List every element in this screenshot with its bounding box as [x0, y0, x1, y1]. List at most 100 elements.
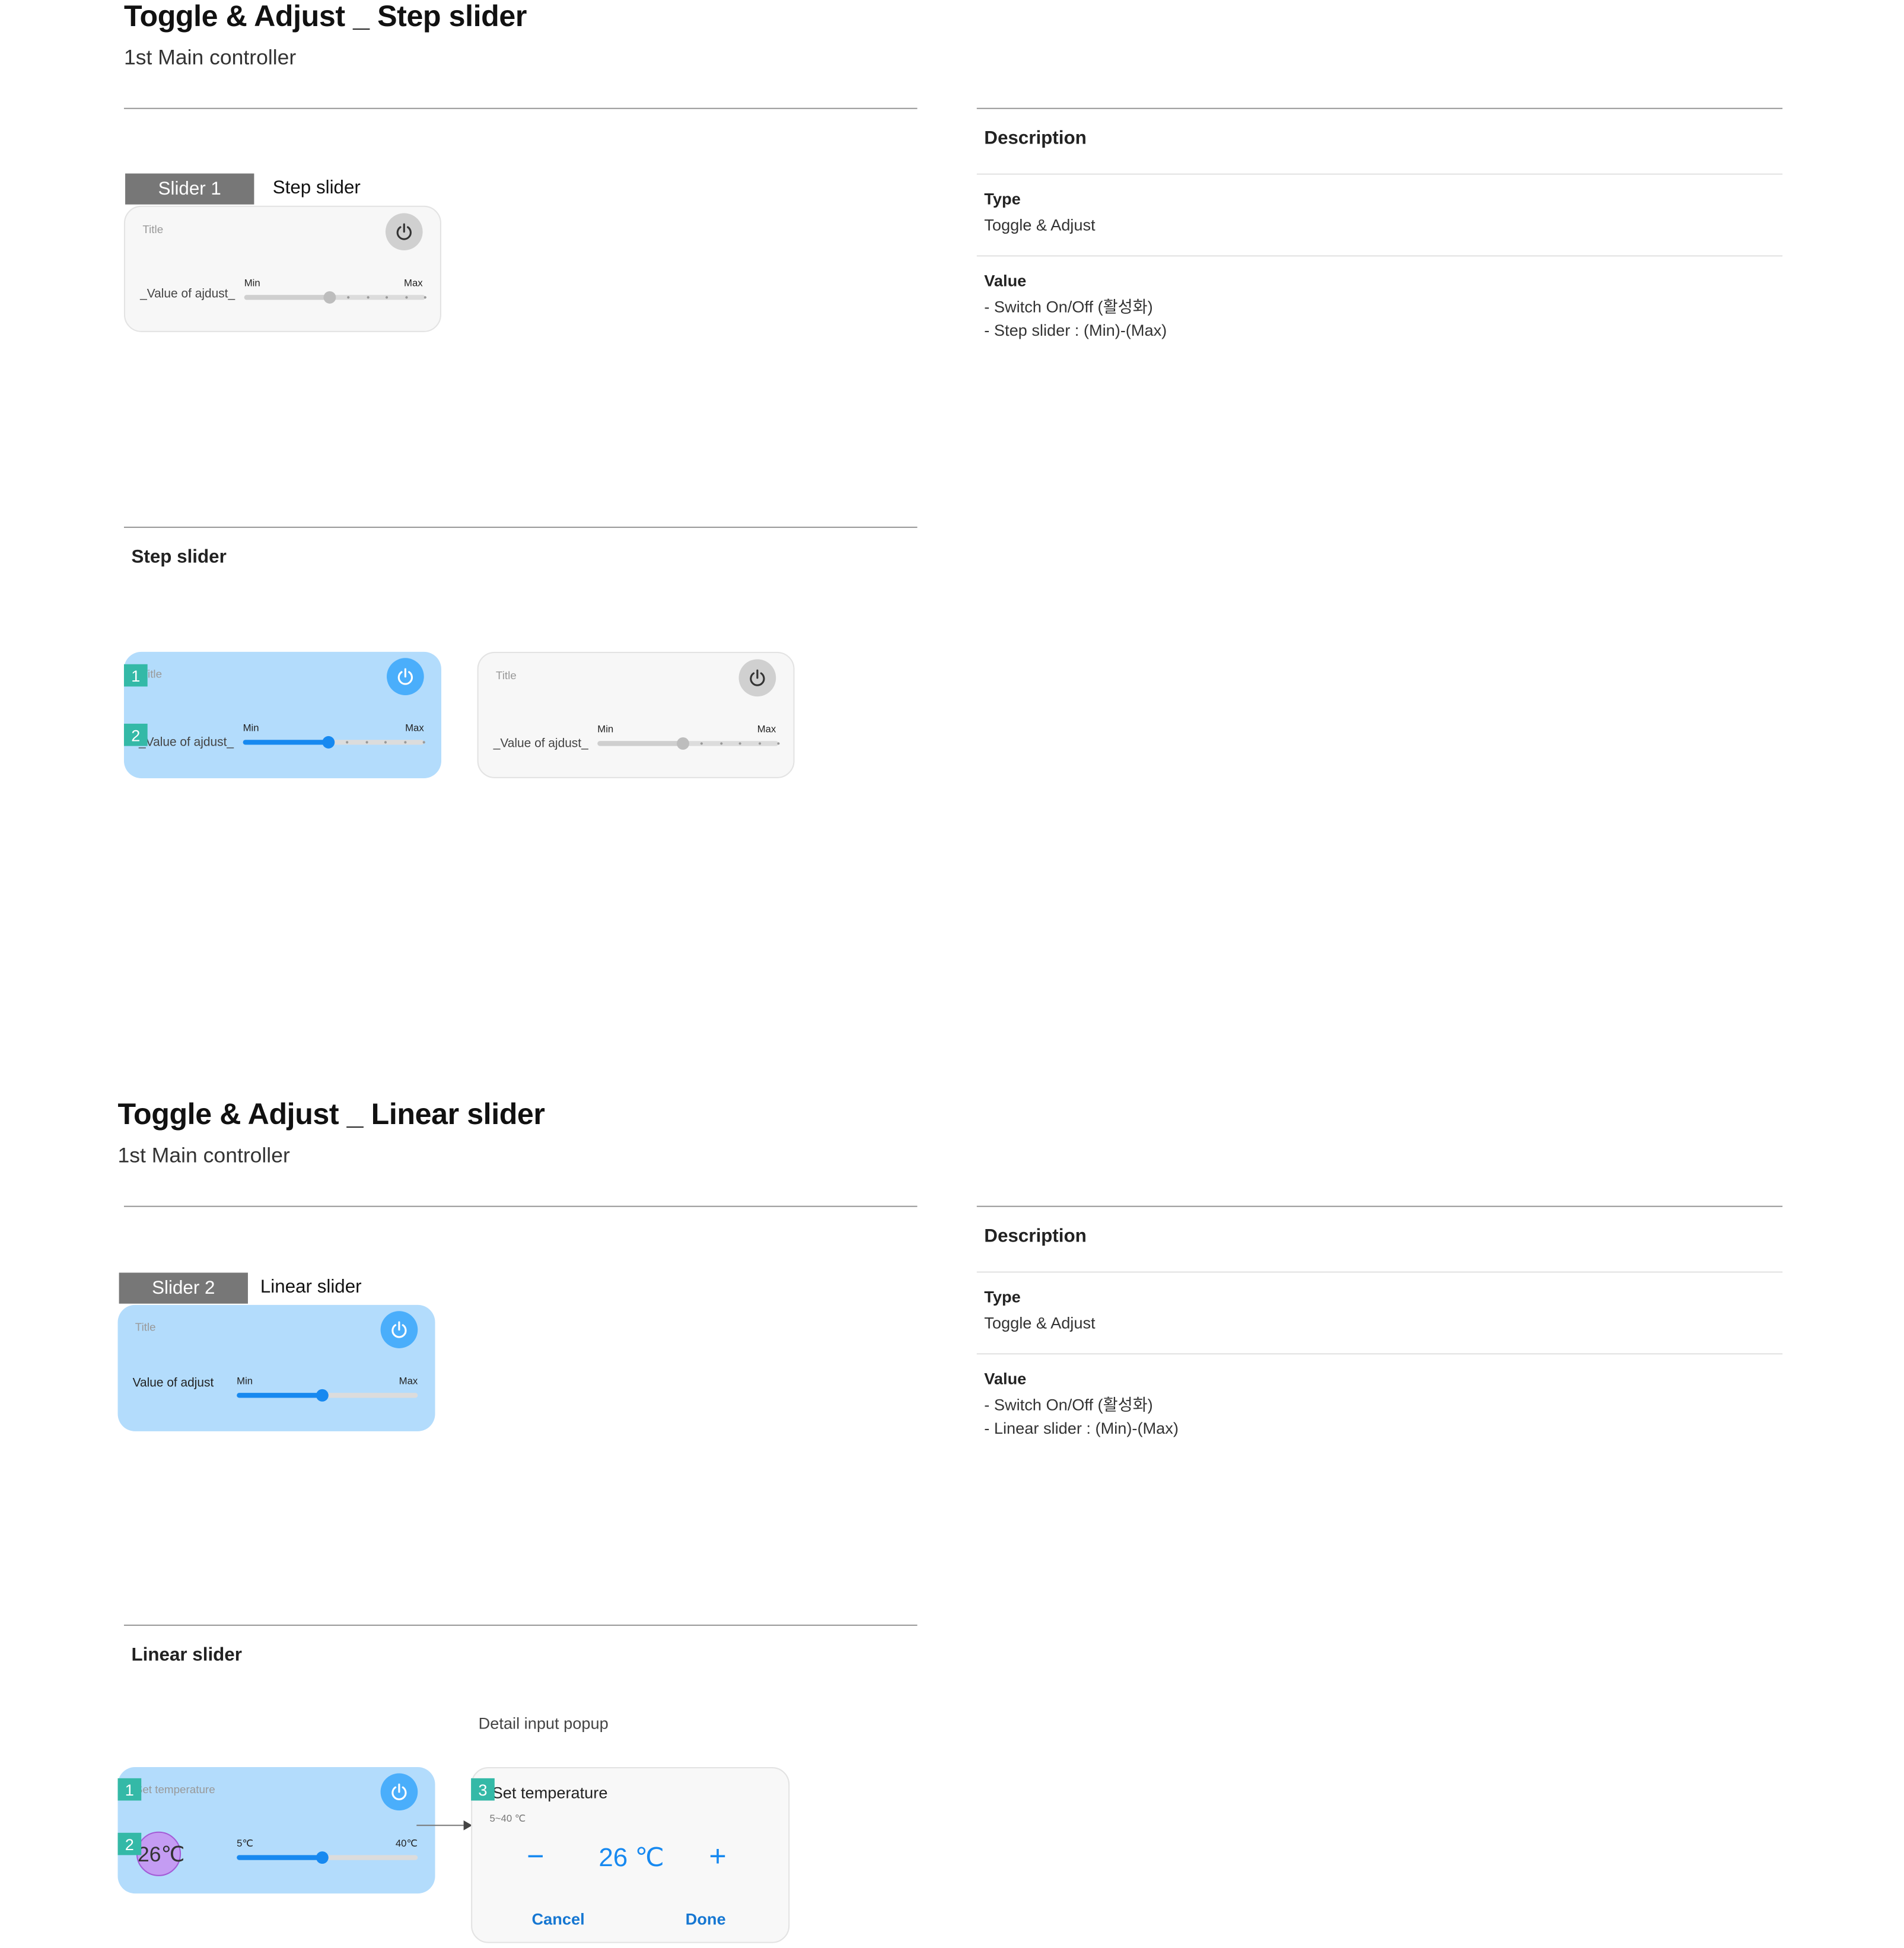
slider-step-dot — [384, 741, 387, 744]
slider-fill — [237, 1393, 322, 1398]
power-button[interactable] — [385, 213, 423, 250]
popup-caption: Detail input popup — [478, 1714, 609, 1733]
step-slider-card-off[interactable]: Title _Value of ajdust_ Min Max — [477, 651, 795, 778]
power-icon — [391, 1321, 407, 1338]
popup-value[interactable]: 26 ℃ — [598, 1842, 664, 1873]
slider-tag-caption: Linear slider — [260, 1276, 362, 1298]
type-label: Type — [984, 189, 1021, 208]
slider-tag: Slider 1 — [125, 173, 254, 205]
slider-thumb[interactable] — [676, 737, 689, 750]
card-value-label: Value of adjust — [132, 1376, 214, 1390]
divider — [123, 1205, 918, 1207]
slider-track[interactable] — [597, 737, 780, 750]
card-value-label: _Value of ajdust_ — [140, 287, 235, 301]
divider — [976, 255, 1783, 257]
popup-range: 5~40 ℃ — [489, 1813, 526, 1825]
plus-icon[interactable]: + — [709, 1840, 726, 1874]
description-heading: Description — [984, 128, 1087, 149]
states-heading: Step slider — [131, 546, 227, 568]
slider-step-dot — [777, 742, 780, 745]
card-title: Title — [142, 223, 164, 235]
section1-subtitle: 1st Main controller — [123, 46, 297, 69]
slider-step-dot — [757, 742, 761, 745]
arrow-right-icon — [416, 1820, 473, 1831]
slider-tag-caption: Step slider — [272, 177, 361, 199]
type-value: Toggle & Adjust — [984, 215, 1096, 234]
power-button[interactable] — [738, 659, 776, 697]
slider-step-dot — [405, 296, 407, 299]
cancel-button[interactable]: Cancel — [532, 1909, 585, 1928]
step-slider-card-on[interactable]: Title _Value of ajdust_ Min Max — [123, 651, 441, 778]
slider-step-dot — [366, 296, 369, 299]
slider-thumb[interactable] — [316, 1389, 328, 1402]
detail-input-popup: Set temperature 5~40 ℃ − 26 ℃ + Cancel D… — [471, 1767, 790, 1943]
done-button[interactable]: Done — [686, 1909, 726, 1928]
slider-min-label: Min — [244, 277, 260, 289]
value-line: - Switch On/Off (활성화) — [984, 1395, 1153, 1414]
slider-fill — [244, 295, 330, 300]
linear-slider-card[interactable]: Title Value of adjust Min Max — [117, 1304, 435, 1431]
description-heading: Description — [984, 1226, 1087, 1247]
callout-badge: 1 — [117, 1778, 142, 1801]
value-line: - Linear slider : (Min)-(Max) — [984, 1419, 1179, 1438]
slider-min-label: 5℃ — [237, 1838, 254, 1849]
slider-thumb[interactable] — [321, 736, 335, 749]
minus-icon[interactable]: − — [527, 1840, 544, 1874]
divider — [976, 173, 1783, 175]
section2-subtitle: 1st Main controller — [117, 1144, 290, 1167]
slider-step-dot — [346, 741, 349, 744]
power-button[interactable] — [380, 1311, 418, 1348]
divider — [123, 1624, 918, 1626]
card-title: Set temperature — [135, 1783, 215, 1796]
slider-max-label: 40℃ — [395, 1838, 418, 1849]
value-line: - Switch On/Off (활성화) — [984, 297, 1153, 316]
card-value-label: _Value of ajdust_ — [493, 737, 588, 751]
power-icon — [391, 1783, 407, 1800]
type-value: Toggle & Adjust — [984, 1313, 1096, 1332]
power-button[interactable] — [387, 658, 424, 695]
slider-track[interactable] — [244, 291, 426, 304]
divider — [976, 107, 1783, 109]
card-value-label: _Value of ajdust_ — [139, 736, 234, 750]
section1-title: Toggle & Adjust _ Step slider — [123, 0, 527, 34]
slider-tag: Slider 2 — [119, 1272, 248, 1304]
divider — [976, 1353, 1783, 1355]
slider-step-dot — [719, 742, 722, 745]
card-title: Title — [135, 1320, 156, 1333]
slider-track[interactable] — [237, 1389, 418, 1402]
slider-min-label: Min — [597, 724, 614, 735]
popup-title: Set temperature — [492, 1783, 608, 1802]
power-icon — [750, 669, 765, 686]
callout-badge: 3 — [471, 1778, 495, 1801]
slider-step-dot — [365, 741, 368, 744]
value-label: Value — [984, 1369, 1027, 1388]
temperature-value[interactable]: 26℃ — [138, 1842, 184, 1867]
slider-step-dot — [422, 741, 425, 744]
slider-fill — [243, 740, 328, 745]
power-icon — [397, 668, 413, 685]
value-line: - Step slider : (Min)-(Max) — [984, 321, 1167, 340]
slider-step-dot — [386, 296, 389, 299]
divider — [123, 526, 918, 528]
divider — [976, 1205, 1783, 1207]
slider-max-label: Max — [404, 277, 423, 289]
temperature-card[interactable]: Set temperature 26℃ 5℃ 40℃ — [117, 1767, 435, 1894]
slider-max-label: Max — [399, 1375, 418, 1387]
slider-fill — [597, 741, 683, 746]
callout-badge: 2 — [123, 724, 148, 746]
section2-title: Toggle & Adjust _ Linear slider — [117, 1097, 545, 1132]
slider-thumb[interactable] — [323, 291, 336, 304]
slider-thumb[interactable] — [316, 1851, 328, 1864]
slider-track[interactable] — [243, 736, 425, 749]
slider-step-dot — [738, 742, 741, 745]
power-icon — [396, 223, 412, 240]
power-button[interactable] — [380, 1773, 418, 1811]
slider-min-label: Min — [243, 722, 259, 734]
step-slider-card[interactable]: Title _Value of ajdust_ Min Max — [123, 205, 441, 332]
slider-step-dot — [347, 296, 350, 299]
slider-track[interactable] — [237, 1851, 418, 1864]
slider-min-label: Min — [237, 1375, 253, 1387]
type-label: Type — [984, 1287, 1021, 1306]
card-title: Title — [495, 669, 517, 682]
callout-badge: 1 — [123, 664, 148, 687]
